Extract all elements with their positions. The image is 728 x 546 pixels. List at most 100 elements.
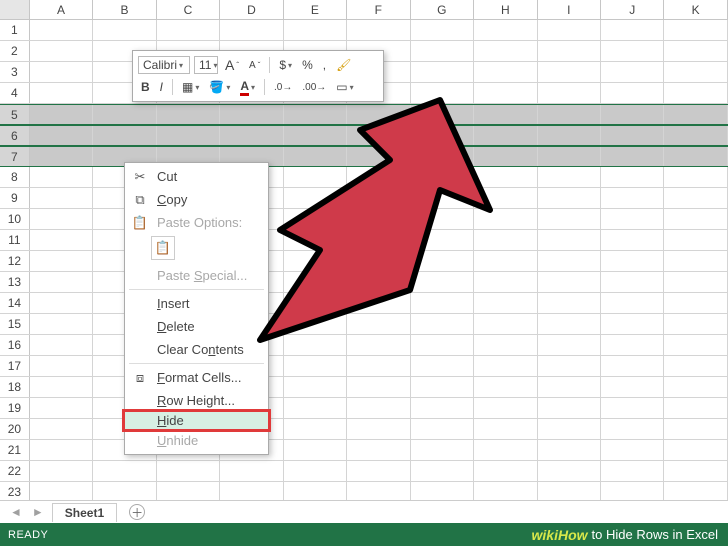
cell[interactable] [601,293,664,313]
grid-row[interactable]: 23 [0,482,728,500]
col-header[interactable]: F [347,0,410,19]
row-header[interactable]: 13 [0,272,30,292]
cell[interactable] [347,126,410,145]
row-header[interactable]: 11 [0,230,30,250]
grid-row[interactable]: 20 [0,419,728,440]
cell[interactable] [411,126,474,145]
grid-row[interactable]: 1 [0,20,728,41]
cell[interactable] [474,83,537,103]
row-header[interactable]: 3 [0,62,30,82]
cell[interactable] [30,314,93,334]
cell[interactable] [664,41,727,61]
cell[interactable] [664,419,727,439]
menu-clear-contents[interactable]: Clear Contents [125,338,268,361]
cell[interactable] [411,293,474,313]
cell[interactable] [411,314,474,334]
cell[interactable] [474,377,537,397]
cell[interactable] [157,461,220,481]
cell[interactable] [664,62,727,82]
cell[interactable] [284,230,347,250]
cell[interactable] [284,251,347,271]
cell[interactable] [474,482,537,500]
grid-row[interactable]: 22 [0,461,728,482]
cell[interactable] [474,419,537,439]
cell[interactable] [601,105,664,124]
cell[interactable] [347,356,410,376]
row-header[interactable]: 4 [0,83,30,103]
fill-color-button[interactable]: 🪣▾ [206,79,233,95]
cell[interactable] [347,147,410,166]
cell[interactable] [284,293,347,313]
cell[interactable] [30,482,93,500]
cell[interactable] [157,126,220,145]
cell[interactable] [474,167,537,187]
menu-hide[interactable]: Hide [122,409,271,432]
cell[interactable] [411,230,474,250]
cell[interactable] [284,482,347,500]
cell[interactable] [30,335,93,355]
col-header[interactable]: K [664,0,727,19]
cell[interactable] [284,419,347,439]
cell[interactable] [30,62,93,82]
cell[interactable] [474,251,537,271]
row-header[interactable]: 7 [0,147,30,166]
cell[interactable] [474,461,537,481]
cell[interactable] [411,167,474,187]
cell[interactable] [347,188,410,208]
cell[interactable] [601,335,664,355]
grid-row[interactable]: 7 [0,146,728,167]
cell[interactable] [601,62,664,82]
cell[interactable] [30,105,93,124]
cell[interactable] [538,105,601,124]
row-header[interactable]: 6 [0,126,30,145]
row-header[interactable]: 22 [0,461,30,481]
row-header[interactable]: 16 [0,335,30,355]
cell[interactable] [601,356,664,376]
cell[interactable] [664,482,727,500]
cell[interactable] [220,105,283,124]
grid-row[interactable]: 12 [0,251,728,272]
grid-row[interactable]: 21 [0,440,728,461]
cell[interactable] [30,230,93,250]
cell[interactable] [474,440,537,460]
sheet-nav-prev[interactable]: ◄ [8,505,24,519]
cell[interactable] [538,440,601,460]
cell[interactable] [93,461,156,481]
cell[interactable] [30,461,93,481]
grid-row[interactable]: 15 [0,314,728,335]
col-header[interactable]: J [601,0,664,19]
cell[interactable] [474,272,537,292]
row-header[interactable]: 10 [0,209,30,229]
cell[interactable] [30,83,93,103]
cell[interactable] [411,105,474,124]
cell[interactable] [474,126,537,145]
cell[interactable] [411,20,474,40]
currency-button[interactable]: $▾ [276,57,295,73]
cell[interactable] [30,188,93,208]
cell[interactable] [538,41,601,61]
cell[interactable] [474,398,537,418]
cell[interactable] [284,356,347,376]
row-header[interactable]: 23 [0,482,30,500]
comma-style-button[interactable]: , [320,57,329,73]
cell[interactable] [347,293,410,313]
cell[interactable] [664,272,727,292]
font-name-dropdown[interactable]: Calibri▾ [138,56,190,74]
select-all-corner[interactable] [0,0,30,19]
cell[interactable] [347,209,410,229]
cell[interactable] [664,105,727,124]
paste-option-button[interactable]: 📋 [151,236,175,260]
cell[interactable] [538,188,601,208]
grid-row[interactable]: 8 [0,167,728,188]
cell[interactable] [411,147,474,166]
cell[interactable] [347,440,410,460]
cell[interactable] [220,482,283,500]
cell[interactable] [93,126,156,145]
row-header[interactable]: 20 [0,419,30,439]
row-header[interactable]: 14 [0,293,30,313]
cell[interactable] [538,251,601,271]
cell[interactable] [601,482,664,500]
cell[interactable] [538,272,601,292]
cell[interactable] [664,356,727,376]
cell[interactable] [474,105,537,124]
